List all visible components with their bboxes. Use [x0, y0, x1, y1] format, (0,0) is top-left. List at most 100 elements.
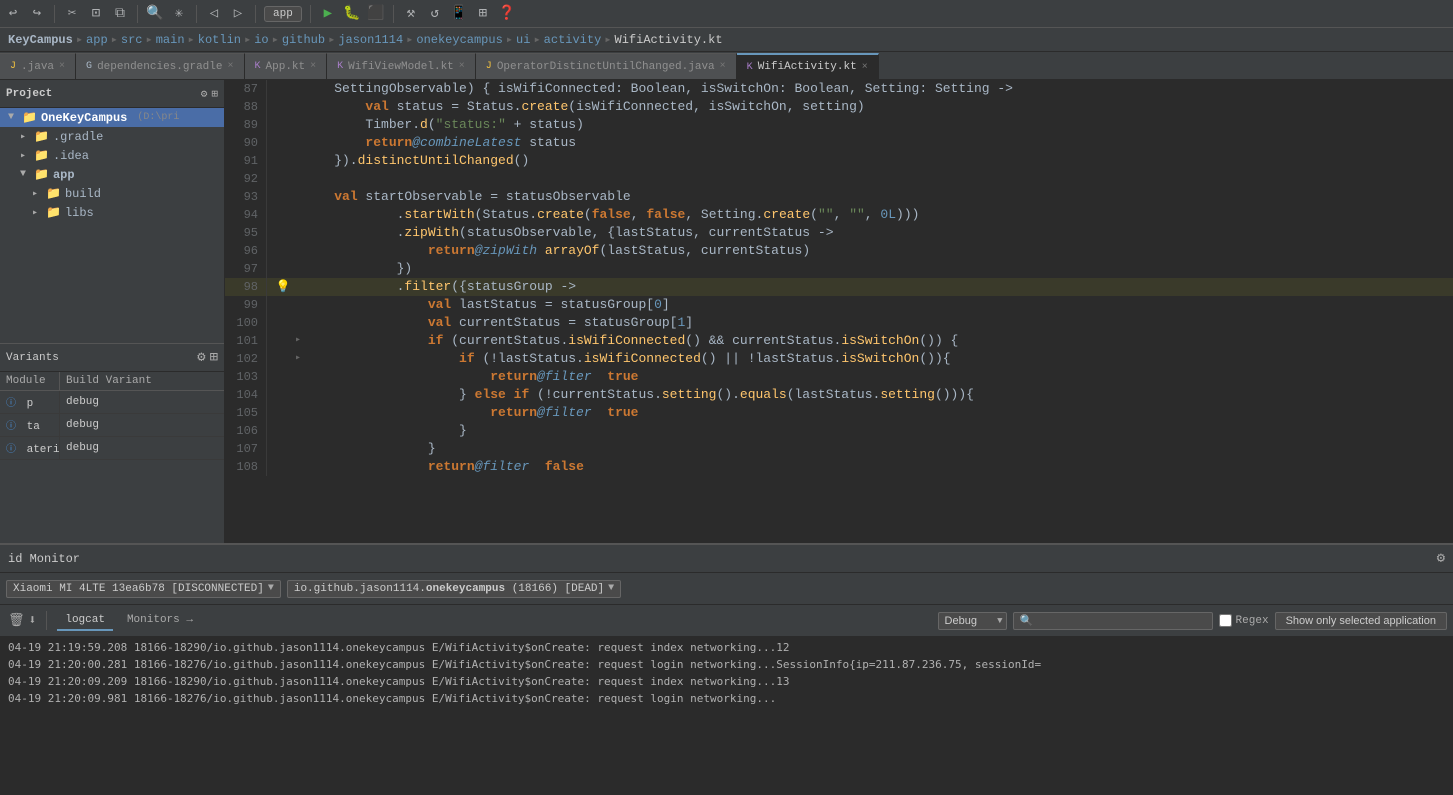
tab-wifiactivity-close[interactable]: × — [862, 62, 868, 73]
project-root[interactable]: ▼ 📁 OneKeyCampus (D:\pri — [0, 108, 224, 127]
regex-checkbox[interactable] — [1219, 614, 1232, 627]
tab-wifiviewmodel-close[interactable]: × — [459, 61, 465, 72]
tab-wifiviewmodel[interactable]: K WifiViewModel.kt × — [327, 53, 476, 79]
monitors-tab[interactable]: Monitors → — [119, 611, 201, 631]
code-area[interactable]: 87 SettingObservable) { isWifiConnected:… — [225, 80, 1453, 543]
logcat-clear-icon[interactable]: 🗑 — [6, 611, 27, 630]
app-badge[interactable]: app — [264, 6, 302, 22]
process-selector[interactable]: io.github.jason1114.onekeycampus (18166)… — [287, 580, 621, 598]
bc-onekeycampus[interactable]: onekeycampus — [414, 33, 504, 47]
debug-icon[interactable]: 🐛 — [343, 5, 361, 23]
debug-level-select[interactable]: Debug Verbose Info Warn Error Assert — [938, 612, 1007, 630]
logcat-tab[interactable]: logcat — [57, 611, 113, 631]
bc-ui[interactable]: ui — [514, 33, 532, 47]
back-icon[interactable]: ◁ — [205, 5, 223, 23]
root-arrow: ▼ — [8, 112, 18, 123]
redo-icon[interactable]: ↪ — [28, 5, 46, 23]
tab-operatordistinct[interactable]: J OperatorDistinctUntilChanged.java × — [476, 53, 737, 79]
vr-info-icon-0[interactable]: ⓘ — [6, 399, 16, 410]
copy-icon[interactable]: ⊡ — [87, 5, 105, 23]
libs-folder-icon: 📁 — [46, 205, 61, 220]
variant-row-2: ⓘ aterial debug — [0, 437, 224, 460]
tab-appkt-close[interactable]: × — [310, 61, 316, 72]
idea-label: .idea — [53, 149, 89, 163]
code-line-88: 88 val status = Status.create(isWifiConn… — [225, 98, 1453, 116]
project-header: Project ⚙ ⊞ — [0, 80, 224, 108]
tree-gradle[interactable]: ▸ 📁 .gradle — [0, 127, 224, 146]
tab-wifiviewmodel-label: WifiViewModel.kt — [348, 61, 454, 73]
sep5 — [310, 5, 311, 23]
variants-layout-icon[interactable]: ⊞ — [210, 349, 218, 366]
tab-appkt-label: App.kt — [266, 61, 306, 73]
replace-icon[interactable]: ✳ — [170, 5, 188, 23]
show-selected-button[interactable]: Show only selected application — [1275, 612, 1447, 630]
bc-wifiactivity[interactable]: WifiActivity.kt — [613, 33, 725, 47]
logcat-scroll-icon[interactable]: ⬇ — [27, 611, 39, 630]
stop-icon[interactable]: ⬛ — [367, 5, 385, 23]
app-label: app — [53, 168, 75, 182]
log-line-0: 04-19 21:19:59.208 18166-18290/io.github… — [0, 639, 1453, 656]
tree-idea[interactable]: ▸ 📁 .idea — [0, 146, 224, 165]
code-line-107: 107 } — [225, 440, 1453, 458]
sync-icon[interactable]: ↺ — [426, 5, 444, 23]
bc-main[interactable]: main — [154, 33, 187, 47]
bc-activity[interactable]: activity — [542, 33, 604, 47]
logcat-search-input[interactable] — [1013, 612, 1213, 630]
bc-io[interactable]: io — [252, 33, 270, 47]
undo-icon[interactable]: ↩ — [4, 5, 22, 23]
run-icon[interactable]: ▶ — [319, 5, 337, 23]
log-content[interactable]: 04-19 21:19:59.208 18166-18290/io.github… — [0, 637, 1453, 763]
tab-gradle-close[interactable]: × — [227, 61, 233, 72]
build-icon[interactable]: ⚒ — [402, 5, 420, 23]
regex-checkbox-label[interactable]: Regex — [1219, 614, 1269, 627]
vr-variant-2[interactable]: debug — [60, 439, 224, 457]
code-line-95: 95 .zipWith(statusObservable, {lastStatu… — [225, 224, 1453, 242]
bc-app[interactable]: app — [84, 33, 110, 47]
search-icon[interactable]: 🔍 — [146, 5, 164, 23]
gradle-folder-icon: 📁 — [34, 129, 49, 144]
vr-info-icon-2[interactable]: ⓘ — [6, 445, 16, 456]
kt-icon: K — [255, 61, 261, 72]
variants-col-header: Module Build Variant — [0, 372, 224, 391]
sep6 — [393, 5, 394, 23]
avd-icon[interactable]: 📱 — [450, 5, 468, 23]
tree-build[interactable]: ▸ 📁 build — [0, 184, 224, 203]
monitor-header: id Monitor ⚙ — [0, 545, 1453, 573]
sdk-icon[interactable]: ⊞ — [474, 5, 492, 23]
tree-libs[interactable]: ▸ 📁 libs — [0, 203, 224, 222]
code-line-87: 87 SettingObservable) { isWifiConnected:… — [225, 80, 1453, 98]
bc-kotlin[interactable]: kotlin — [196, 33, 243, 47]
tab-gradle[interactable]: G dependencies.gradle × — [76, 53, 244, 79]
bc-github[interactable]: github — [280, 33, 327, 47]
paste-icon[interactable]: ⧉ — [111, 5, 129, 23]
vr-info-icon-1[interactable]: ⓘ — [6, 422, 16, 433]
monitor-title: id Monitor — [8, 552, 80, 566]
tab-opdist-label: OperatorDistinctUntilChanged.java — [497, 61, 715, 73]
bulb-icon[interactable]: 💡 — [273, 278, 293, 296]
android-monitor: id Monitor ⚙ Xiaomi MI 4LTE 13ea6b78 [DI… — [0, 543, 1453, 763]
device-selector[interactable]: Xiaomi MI 4LTE 13ea6b78 [DISCONNECTED] ▼ — [6, 580, 281, 598]
vr-module-1: ⓘ ta — [0, 414, 60, 436]
tab-gradle-label: dependencies.gradle — [97, 61, 222, 73]
bc-keycampus[interactable]: KeyCampus — [6, 33, 75, 47]
tab-opdist-close[interactable]: × — [720, 61, 726, 72]
tab-appkt[interactable]: K App.kt × — [245, 53, 328, 79]
tree-app[interactable]: ▼ 📁 app — [0, 165, 224, 184]
tab-java-close[interactable]: × — [59, 61, 65, 72]
vr-variant-0[interactable]: debug — [60, 393, 224, 411]
help-icon[interactable]: ❓ — [498, 5, 516, 23]
bc-src[interactable]: src — [119, 33, 145, 47]
vr-variant-1[interactable]: debug — [60, 416, 224, 434]
code-line-102: 102 ▸ if (!lastStatus.isWifiConnected() … — [225, 350, 1453, 368]
tab-wifiactivity[interactable]: K WifiActivity.kt × — [737, 53, 879, 79]
forward-icon[interactable]: ▷ — [229, 5, 247, 23]
tab-java[interactable]: J .java × — [0, 53, 76, 79]
code-line-97: 97 }) — [225, 260, 1453, 278]
bc-jason1114[interactable]: jason1114 — [336, 33, 405, 47]
code-line-106: 106 } — [225, 422, 1453, 440]
cut-icon[interactable]: ✂ — [63, 5, 81, 23]
project-gear-icon[interactable]: ⚙ — [201, 87, 208, 101]
variants-gear-icon[interactable]: ⚙ — [197, 349, 205, 366]
project-layout-icon[interactable]: ⊞ — [211, 87, 218, 101]
monitor-gear-icon[interactable]: ⚙ — [1437, 550, 1445, 567]
